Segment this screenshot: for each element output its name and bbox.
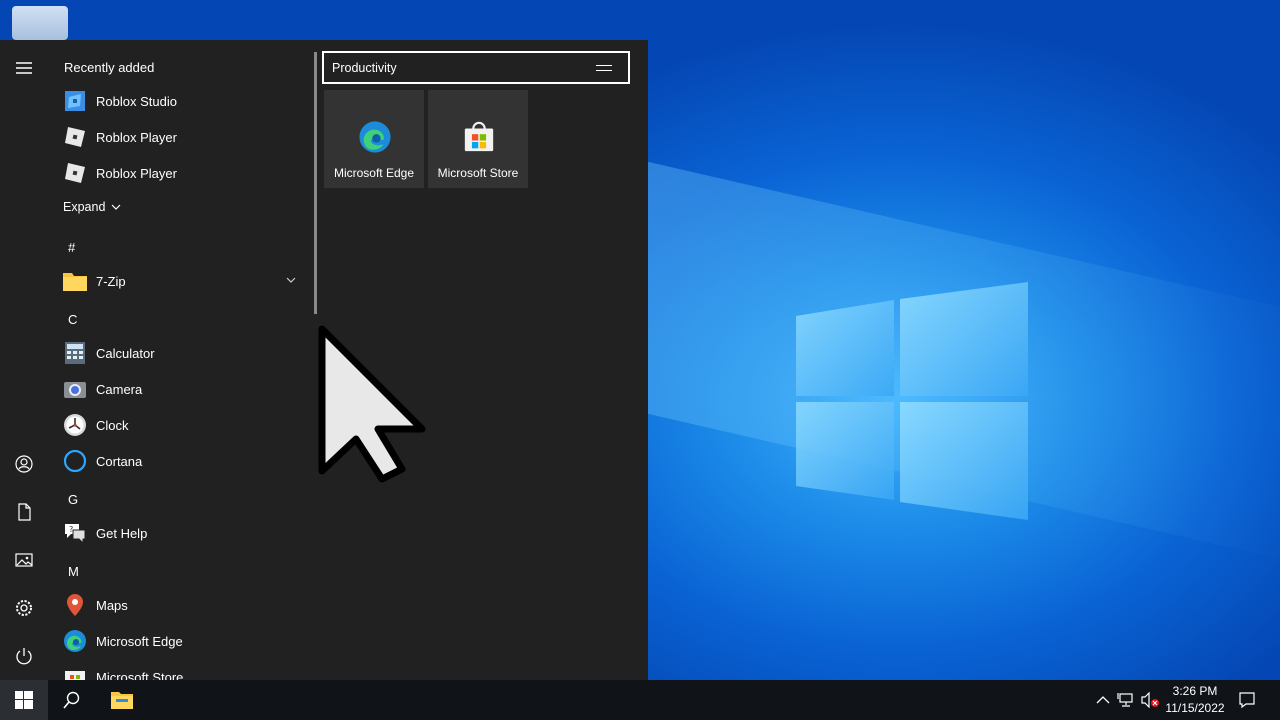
svg-text:?: ? xyxy=(69,525,73,534)
clock-icon xyxy=(62,412,88,438)
search-button[interactable] xyxy=(48,680,96,720)
recycle-bin-icon[interactable] xyxy=(12,6,68,40)
search-icon xyxy=(63,691,80,709)
notification-icon[interactable] xyxy=(1237,690,1257,710)
file-explorer-icon xyxy=(111,692,133,709)
app-cortana[interactable]: Cortana xyxy=(62,443,312,479)
letter-header-g[interactable]: G xyxy=(68,492,78,507)
file-explorer-button[interactable] xyxy=(98,680,146,720)
app-roblox-player[interactable]: Roblox Player xyxy=(62,119,312,155)
start-icon xyxy=(15,691,33,709)
app-list-scrollbar[interactable] xyxy=(314,52,317,314)
app-clock[interactable]: Clock xyxy=(62,407,312,443)
pictures-icon[interactable] xyxy=(8,544,40,576)
power-icon[interactable] xyxy=(8,640,40,672)
folder-icon xyxy=(62,268,88,294)
clock-date: 11/15/2022 xyxy=(1165,701,1225,715)
store-icon xyxy=(464,121,494,152)
settings-icon[interactable] xyxy=(8,592,40,624)
maps-icon xyxy=(62,592,88,618)
expand-button[interactable]: Expand xyxy=(63,200,121,214)
app-microsoft-edge[interactable]: Microsoft Edge xyxy=(62,623,312,659)
letter-header-m[interactable]: M xyxy=(68,564,79,579)
roblox-player-icon xyxy=(62,124,88,150)
app-7zip-folder[interactable]: 7-Zip xyxy=(62,263,312,299)
volume-muted-icon[interactable] xyxy=(1140,690,1160,710)
roblox-studio-icon xyxy=(62,88,88,114)
store-icon xyxy=(62,664,88,680)
app-roblox-player-2[interactable]: Roblox Player xyxy=(62,155,312,191)
tile-group-header[interactable]: Productivity xyxy=(322,51,630,84)
roblox-player-icon xyxy=(62,160,88,186)
app-list: Recently added Roblox Studio Roblox Play… xyxy=(48,40,316,680)
app-get-help[interactable]: ? Get Help xyxy=(62,515,312,551)
network-icon[interactable] xyxy=(1116,690,1136,710)
hamburger-icon[interactable] xyxy=(8,52,40,84)
edge-icon xyxy=(62,628,88,654)
tile-label: Microsoft Store xyxy=(437,166,519,180)
start-rail xyxy=(0,40,48,680)
mouse-cursor-icon xyxy=(318,325,426,483)
start-button[interactable] xyxy=(0,680,48,720)
tile-group-title[interactable]: Productivity xyxy=(332,61,397,75)
letter-header-c[interactable]: C xyxy=(68,312,77,327)
drag-handle-icon[interactable] xyxy=(596,64,612,71)
recently-added-heading: Recently added xyxy=(64,60,155,75)
documents-icon[interactable] xyxy=(8,496,40,528)
tile-microsoft-edge[interactable]: Microsoft Edge xyxy=(324,90,424,188)
app-microsoft-store[interactable]: Microsoft Store xyxy=(62,659,312,680)
letter-header-hash[interactable]: # xyxy=(68,240,75,255)
cortana-icon xyxy=(62,448,88,474)
get-help-icon: ? xyxy=(62,520,88,546)
app-camera[interactable]: Camera xyxy=(62,371,312,407)
calculator-icon xyxy=(62,340,88,366)
app-calculator[interactable]: Calculator xyxy=(62,335,312,371)
clock-time: 3:26 PM xyxy=(1172,684,1218,698)
chevron-down-icon xyxy=(111,204,121,210)
tile-label: Microsoft Edge xyxy=(333,166,415,180)
chevron-up-icon[interactable] xyxy=(1093,690,1113,710)
taskbar-clock[interactable]: 3:26 PM 11/15/2022 xyxy=(1160,683,1230,717)
app-roblox-studio[interactable]: Roblox Studio xyxy=(62,83,312,119)
windows-logo-wallpaper xyxy=(796,282,1028,520)
tile-microsoft-store[interactable]: Microsoft Store xyxy=(428,90,528,188)
chevron-down-icon[interactable] xyxy=(286,275,296,285)
edge-icon xyxy=(359,121,391,153)
taskbar: 3:26 PM 11/15/2022 xyxy=(0,680,1280,720)
app-maps[interactable]: Maps xyxy=(62,587,312,623)
camera-icon xyxy=(62,376,88,402)
user-icon[interactable] xyxy=(8,448,40,480)
